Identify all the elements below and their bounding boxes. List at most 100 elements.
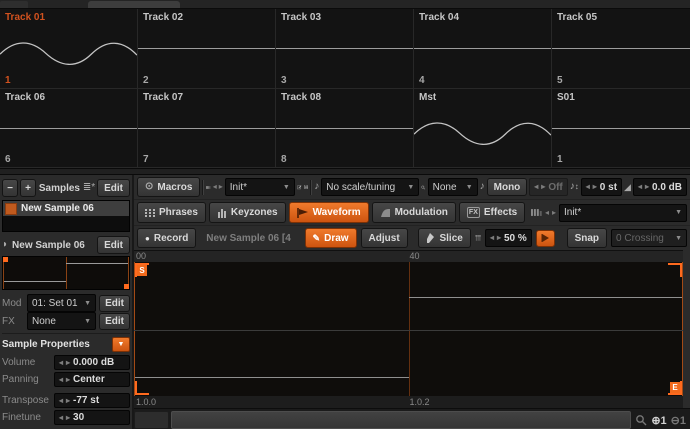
mod-set-select[interactable]: 01: Set 01 ▼: [27, 294, 96, 312]
scope-track-04[interactable]: Track 04 4: [414, 9, 552, 89]
scrollbar-thumb[interactable]: [171, 411, 631, 429]
scope-track-02[interactable]: Track 02 2: [138, 9, 276, 89]
instrument-transpose-value: 0 st: [600, 182, 617, 193]
spin-left-icon[interactable]: ◂: [490, 234, 494, 242]
scope-track-master[interactable]: Mst: [414, 89, 552, 169]
macros-button[interactable]: ⊙ Macros: [137, 177, 200, 197]
sample-list[interactable]: New Sample 06: [2, 200, 130, 232]
selection-corner-bottom-left[interactable]: [135, 381, 149, 395]
spin-left-icon[interactable]: ◂: [59, 397, 63, 405]
rename-icon[interactable]: [297, 181, 302, 193]
mono-button[interactable]: Mono: [487, 178, 528, 196]
spin-right-icon[interactable]: ▸: [66, 414, 70, 422]
tab-effects[interactable]: FX Effects: [459, 202, 525, 223]
glide-stepper[interactable]: ◂ ▸ Off: [529, 178, 567, 196]
scope-track-05[interactable]: Track 05 5: [552, 9, 690, 89]
add-sample-button[interactable]: +: [20, 179, 36, 197]
time-tick-mid: 1.0.2: [410, 397, 430, 407]
spin-left-icon[interactable]: ◂: [586, 183, 590, 191]
spin-left-icon[interactable]: ◂: [534, 183, 538, 191]
scrollbar-left-segment[interactable]: [134, 411, 169, 429]
remove-sample-button[interactable]: −: [2, 179, 18, 197]
start-marker-flag[interactable]: S: [137, 265, 147, 276]
waveform-preset-select[interactable]: Init* ▼: [559, 204, 687, 222]
draw-tool-button[interactable]: ✎ Draw: [305, 228, 357, 248]
adjust-tool-button[interactable]: Adjust: [361, 228, 408, 248]
fx-edit-button[interactable]: Edit: [99, 313, 130, 330]
spin-left-icon[interactable]: ◂: [638, 183, 642, 191]
samples-toolbar: − + Samples ≣* Edit: [2, 177, 130, 199]
scope-track-06[interactable]: Track 06 6: [0, 89, 138, 169]
slice-markers-icon[interactable]: [475, 232, 481, 244]
scope-track-08[interactable]: Track 08 8: [276, 89, 414, 169]
preview-start-marker[interactable]: [3, 257, 8, 262]
save-icon[interactable]: [304, 181, 309, 193]
instrument-preset-select[interactable]: Init* ▼: [225, 178, 295, 196]
scope-track-number: 2: [143, 75, 149, 86]
waveform-ruler[interactable]: 00 40: [134, 250, 683, 262]
tab-phrases[interactable]: Phrases: [137, 202, 206, 223]
tab-waveform[interactable]: Waveform: [289, 202, 369, 223]
spin-right-icon[interactable]: ▸: [66, 376, 70, 384]
scale-select[interactable]: No scale/tuning ▼: [321, 178, 419, 196]
tab-keyzones[interactable]: Keyzones: [209, 202, 286, 223]
record-label: Record: [154, 233, 188, 244]
spin-right-icon[interactable]: ▸: [541, 183, 545, 191]
spin-right-icon[interactable]: ▸: [497, 234, 501, 242]
tab-modulation[interactable]: Modulation: [372, 202, 456, 223]
waveform-flag-icon: [297, 208, 309, 218]
selection-corner-top-right[interactable]: [668, 263, 682, 277]
spin-right-icon[interactable]: ▸: [66, 359, 70, 367]
zoom-out-button[interactable]: ⊖1: [671, 414, 686, 427]
instrument-volume-value: 0.0 dB: [652, 182, 682, 193]
preset-next-icon[interactable]: ▸: [219, 183, 223, 191]
transpose-stepper[interactable]: ◂ ▸ -77 st: [54, 393, 130, 408]
samples-edit-button[interactable]: Edit: [97, 179, 130, 197]
snap-button[interactable]: Snap: [567, 228, 607, 248]
scale-value: No scale/tuning: [326, 182, 395, 193]
waveform-canvas[interactable]: S E: [134, 262, 683, 396]
panning-stepper[interactable]: ◂ ▸ Center: [54, 372, 130, 387]
spin-right-icon[interactable]: ▸: [645, 183, 649, 191]
sample-preview[interactable]: [2, 256, 130, 290]
preset-prev-icon[interactable]: ◂: [213, 183, 217, 191]
spin-right-icon[interactable]: ▸: [66, 397, 70, 405]
preview-mid-line: [66, 257, 67, 289]
scope-track-send-01[interactable]: S01 1: [552, 89, 690, 169]
finetune-stepper[interactable]: ◂ ▸ 30: [54, 410, 130, 425]
scale-key-select[interactable]: None ▼: [428, 178, 478, 196]
sample-edit-button[interactable]: Edit: [97, 236, 130, 254]
mod-edit-button[interactable]: Edit: [99, 295, 130, 312]
preset-prev-icon[interactable]: ◂: [545, 209, 549, 217]
spin-right-icon[interactable]: ▸: [593, 183, 597, 191]
zoom-in-button[interactable]: ⊕1: [651, 414, 666, 427]
scope-track-01[interactable]: Track 01 1: [0, 9, 138, 89]
spin-left-icon[interactable]: ◂: [59, 376, 63, 384]
top-tab-active[interactable]: [88, 1, 180, 8]
fx-chain-select[interactable]: None ▼: [27, 312, 96, 330]
preset-next-icon[interactable]: ▸: [552, 209, 556, 217]
slice-button[interactable]: Slice: [418, 228, 470, 248]
sample-section-header: ◗ New Sample 06 Edit: [2, 235, 130, 255]
snap-mode-select[interactable]: 0 Crossing ▼: [611, 229, 687, 247]
end-marker-flag[interactable]: E: [670, 382, 680, 393]
spin-left-icon[interactable]: ◂: [59, 414, 63, 422]
top-tab[interactable]: [0, 1, 28, 8]
instrument-transpose-stepper[interactable]: ◂ ▸ 0 st: [581, 178, 622, 196]
note-icon: ♪: [314, 182, 319, 192]
zoom-search-icon[interactable]: [635, 414, 647, 426]
instrument-volume-stepper[interactable]: ◂ ▸ 0.0 dB: [633, 178, 687, 196]
scope-track-03[interactable]: Track 03 3: [276, 9, 414, 89]
sample-list-options-icon[interactable]: ≣*: [83, 183, 95, 193]
waveform-toolbar: ● Record New Sample 06 [44100Hz 16Bit Mo…: [134, 225, 690, 250]
properties-collapse-button[interactable]: ▼: [112, 337, 130, 352]
waveform-segment-low: [135, 377, 409, 378]
record-button[interactable]: ● Record: [137, 228, 196, 248]
sample-list-item-selected[interactable]: New Sample 06: [3, 201, 129, 216]
scope-track-07[interactable]: Track 07 7: [138, 89, 276, 169]
preview-end-marker[interactable]: [124, 284, 129, 289]
slice-sensitivity-stepper[interactable]: ◂ ▸ 50 %: [485, 229, 532, 247]
slice-apply-button[interactable]: [536, 230, 555, 247]
volume-stepper[interactable]: ◂ ▸ 0.000 dB: [54, 355, 130, 370]
spin-left-icon[interactable]: ◂: [59, 359, 63, 367]
